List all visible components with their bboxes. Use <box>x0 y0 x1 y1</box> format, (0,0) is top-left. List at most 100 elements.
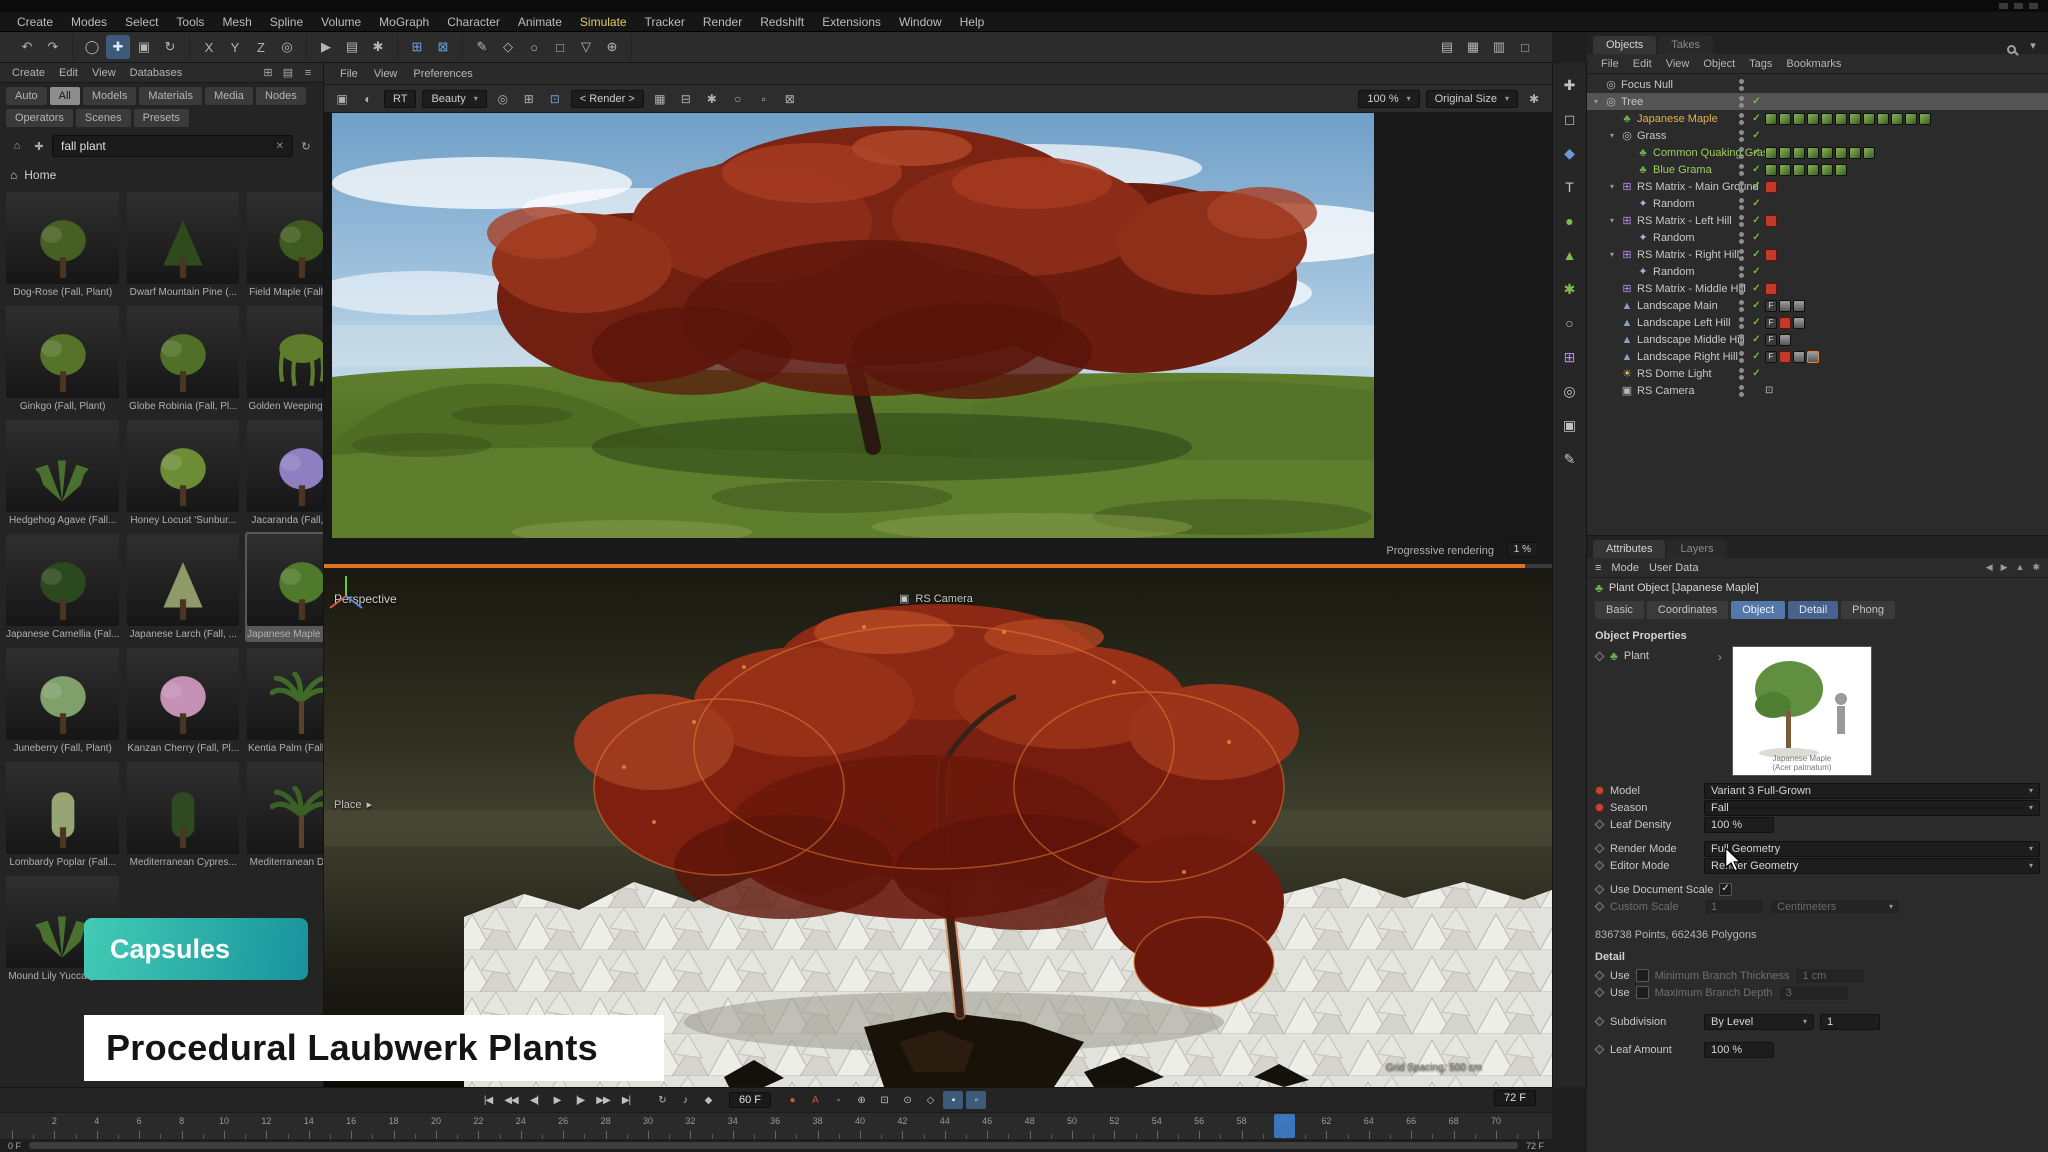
enabled-check-icon[interactable]: ✓ <box>1750 249 1763 260</box>
visibility-dots[interactable] <box>1739 300 1744 312</box>
enabled-check-icon[interactable]: ✓ <box>1750 266 1763 277</box>
material-tag[interactable] <box>1863 147 1875 159</box>
dropdown-field[interactable]: Full Geometry▾ <box>1704 841 2040 857</box>
clear-search-icon[interactable]: ✕ <box>276 141 284 152</box>
animation-diamond[interactable] <box>1595 820 1605 830</box>
lock-icon[interactable]: ✱ <box>2032 562 2040 573</box>
object-row[interactable]: ▾✦Random✓ <box>1587 229 2048 246</box>
sphere-object-icon[interactable]: ● <box>1558 209 1582 233</box>
object-row[interactable]: ▾◎Focus Null <box>1587 76 2048 93</box>
enabled-check-icon[interactable]: ✓ <box>1750 351 1763 362</box>
prev-frame-button[interactable]: ◀| <box>524 1091 544 1109</box>
snapshot-icon[interactable]: ✱ <box>702 89 722 109</box>
filter-auto[interactable]: Auto <box>6 87 47 105</box>
filter-operators[interactable]: Operators <box>6 109 73 127</box>
object-row[interactable]: ▾✦Random✓ <box>1587 263 2048 280</box>
rv-menu-view[interactable]: View <box>368 68 404 80</box>
refresh-icon[interactable]: ↻ <box>297 137 315 155</box>
texture-tag[interactable] <box>1779 300 1791 312</box>
enabled-check-icon[interactable]: ✓ <box>1750 113 1763 124</box>
visibility-dots[interactable] <box>1739 147 1744 159</box>
parent-object-icon[interactable]: ▲ <box>2016 562 2025 573</box>
object-row[interactable]: ▾☀RS Dome Light✓ <box>1587 365 2048 382</box>
animation-diamond[interactable] <box>1595 1045 1605 1055</box>
redshift-tag[interactable] <box>1765 215 1777 227</box>
dropdown-field[interactable]: By Level▾ <box>1704 1014 1814 1030</box>
view-list-icon[interactable]: ▤ <box>279 64 297 82</box>
range-slider[interactable] <box>29 1142 1518 1149</box>
deformer-icon[interactable]: ▽ <box>574 35 598 59</box>
snap-toggle-icon[interactable]: ⊞ <box>405 35 429 59</box>
attr-tab-phong[interactable]: Phong <box>1841 601 1895 619</box>
asset-item[interactable]: Mediterranean Cypres... <box>125 760 241 870</box>
menu-window[interactable]: Window <box>890 14 951 30</box>
material-tag[interactable] <box>1835 113 1847 125</box>
object-row[interactable]: ▾⊞RS Matrix - Left Hill✓ <box>1587 212 2048 229</box>
asset-item[interactable]: Jacaranda (Fall, Plant) <box>245 418 323 528</box>
asset-item[interactable]: Mediterranean Dwarf ... <box>245 760 323 870</box>
asset-item[interactable]: Globe Robinia (Fall, Pl... <box>125 304 241 414</box>
camera-strip-icon[interactable]: ▣ <box>1558 413 1582 437</box>
field-icon[interactable]: ⊕ <box>600 35 624 59</box>
cube-object-icon[interactable]: ◆ <box>1558 141 1582 165</box>
value-field[interactable]: 1 cm <box>1795 968 1865 984</box>
menu-render[interactable]: Render <box>694 14 751 30</box>
panel-menu-icon[interactable]: ≡ <box>299 64 317 82</box>
value-field[interactable]: 3 <box>1779 985 1849 1001</box>
material-tag[interactable] <box>1779 113 1791 125</box>
object-row[interactable]: ▾♣Japanese Maple✓ <box>1587 110 2048 127</box>
tab-objects[interactable]: Objects <box>1593 36 1656 54</box>
material-tag[interactable] <box>1793 147 1805 159</box>
menu-tools[interactable]: Tools <box>167 14 213 30</box>
object-row[interactable]: ▾♣Common Quaking Grass✓ <box>1587 144 2048 161</box>
filter-scenes[interactable]: Scenes <box>76 109 131 127</box>
pen-strip-icon[interactable]: ✎ <box>1558 447 1582 471</box>
range-end-field[interactable]: 72 F <box>1526 1141 1544 1151</box>
primitive-icon[interactable]: ○ <box>522 35 546 59</box>
maximize-icon[interactable] <box>2014 3 2023 9</box>
asset-item[interactable]: Juneberry (Fall, Plant) <box>4 646 121 756</box>
filter-icon[interactable]: ▾ <box>2024 36 2042 54</box>
history-back-icon[interactable]: ◀ <box>1986 562 1993 573</box>
redo-icon[interactable]: ↷ <box>41 35 65 59</box>
timeline-scrubber[interactable] <box>1274 1114 1295 1138</box>
minimize-icon[interactable] <box>1999 3 2008 9</box>
texture-tag[interactable] <box>1793 317 1805 329</box>
ab-compare-icon[interactable]: ⊟ <box>676 89 696 109</box>
record-position-button[interactable]: ⊕ <box>851 1091 871 1109</box>
field-tag[interactable]: F <box>1765 334 1777 346</box>
enabled-check-icon[interactable]: ✓ <box>1750 232 1763 243</box>
checkbox[interactable] <box>1636 969 1649 982</box>
asset-item[interactable]: Ginkgo (Fall, Plant) <box>4 304 121 414</box>
animation-diamond[interactable] <box>1595 902 1605 912</box>
object-row[interactable]: ▾▲Landscape Left Hill✓F <box>1587 314 2048 331</box>
attr-tab-basic[interactable]: Basic <box>1595 601 1644 619</box>
object-row[interactable]: ▾◎Grass✓ <box>1587 127 2048 144</box>
enabled-check-icon[interactable]: ✓ <box>1750 334 1763 345</box>
axis-tool-icon[interactable]: ✚ <box>1558 73 1582 97</box>
animation-diamond[interactable] <box>1595 885 1605 895</box>
prev-key-button[interactable]: ◀◀ <box>501 1091 521 1109</box>
redshift-tag[interactable] <box>1765 249 1777 261</box>
material-tag[interactable] <box>1877 113 1889 125</box>
object-row[interactable]: ▾▣RS Camera⊡ <box>1587 382 2048 399</box>
redshift-tag[interactable] <box>1765 283 1777 295</box>
field-tag[interactable]: F <box>1765 300 1777 312</box>
dropdown-field[interactable]: Variant 3 Full-Grown▾ <box>1704 783 2040 799</box>
play-button[interactable]: ▶ <box>547 1091 567 1109</box>
om-menu-tags[interactable]: Tags <box>1743 58 1778 70</box>
goto-end-button[interactable]: ▶| <box>616 1091 636 1109</box>
material-tag[interactable] <box>1793 164 1805 176</box>
animation-diamond[interactable] <box>1595 1017 1605 1027</box>
material-tag[interactable] <box>1765 164 1777 176</box>
visibility-dots[interactable] <box>1739 351 1744 363</box>
visibility-dots[interactable] <box>1739 385 1744 397</box>
render-picture-viewer-icon[interactable]: ▤ <box>340 35 364 59</box>
object-row[interactable]: ▾◎Tree✓ <box>1587 93 2048 110</box>
menu-select[interactable]: Select <box>116 14 167 30</box>
texture-tag[interactable] <box>1793 351 1805 363</box>
material-tag[interactable] <box>1807 164 1819 176</box>
record-project-button[interactable]: ▫ <box>966 1091 986 1109</box>
plant-preview-thumbnail[interactable]: Japanese Maple (Acer palmatum) <box>1732 646 1872 776</box>
animation-diamond[interactable] <box>1595 971 1605 981</box>
